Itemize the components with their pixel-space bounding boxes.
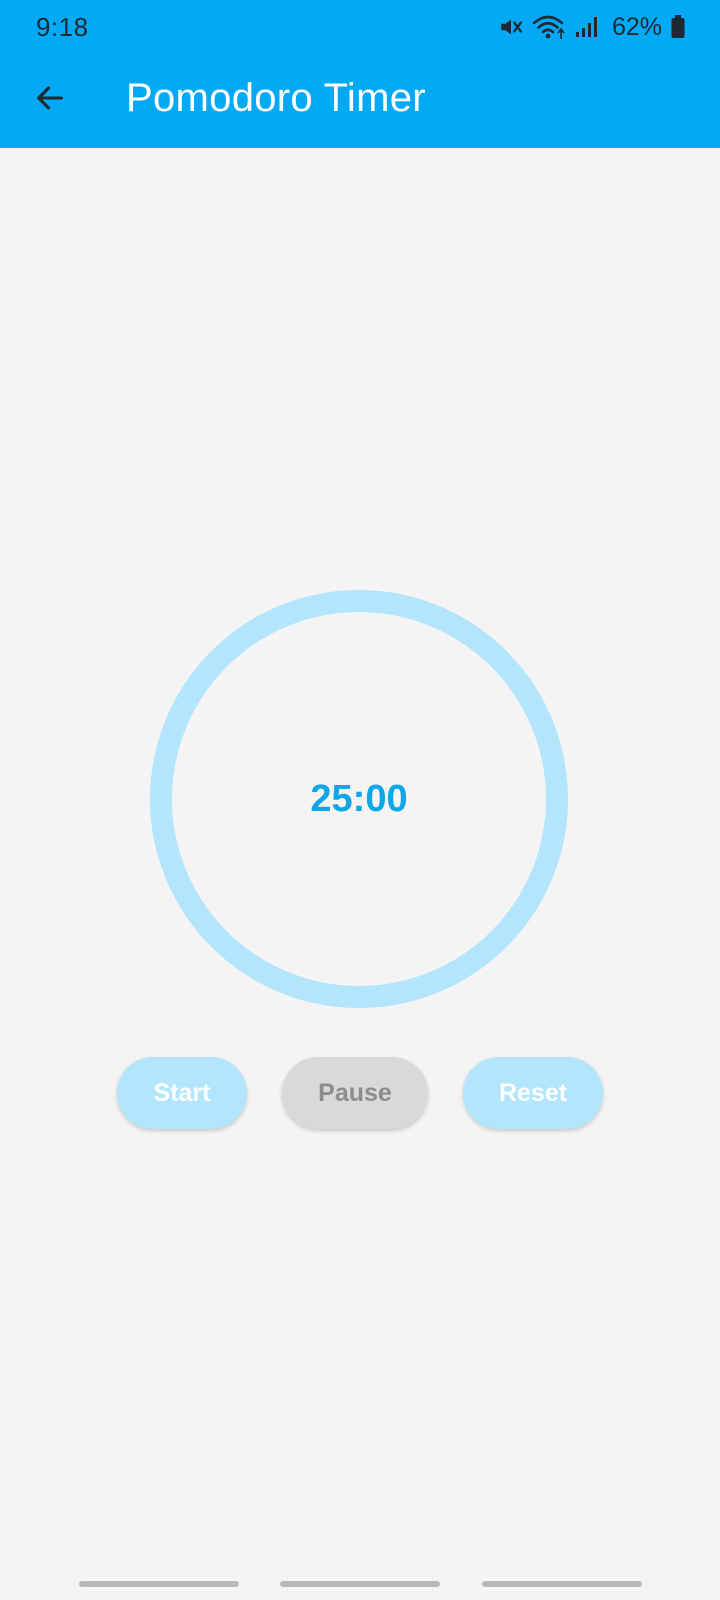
- arrow-left-icon: [33, 81, 67, 120]
- reset-button[interactable]: Reset: [463, 1057, 603, 1129]
- status-time: 9:18: [36, 12, 89, 42]
- wifi-icon: [532, 13, 566, 41]
- nav-handle-right[interactable]: [482, 1581, 642, 1587]
- battery-icon: [670, 14, 686, 40]
- timer-display: 25:00: [310, 777, 408, 820]
- nav-handle-center[interactable]: [280, 1581, 440, 1587]
- status-bar: 9:18 62%: [0, 0, 720, 54]
- status-icons: 62%: [498, 10, 686, 44]
- mute-icon: [498, 14, 524, 40]
- app-bar: Pomodoro Timer: [0, 54, 720, 148]
- page-title: Pomodoro Timer: [126, 76, 426, 120]
- pause-button[interactable]: Pause: [282, 1057, 428, 1129]
- app-screen: 9:18 62% Pomodoro Timer 25:00 Start Paus…: [0, 0, 720, 1600]
- signal-icon: [574, 15, 598, 39]
- back-button[interactable]: [24, 74, 76, 126]
- top-bar: 9:18 62% Pomodoro Timer: [0, 0, 720, 148]
- nav-handle-left[interactable]: [79, 1581, 239, 1587]
- start-button[interactable]: Start: [117, 1057, 247, 1129]
- battery-percentage: 62%: [611, 12, 662, 41]
